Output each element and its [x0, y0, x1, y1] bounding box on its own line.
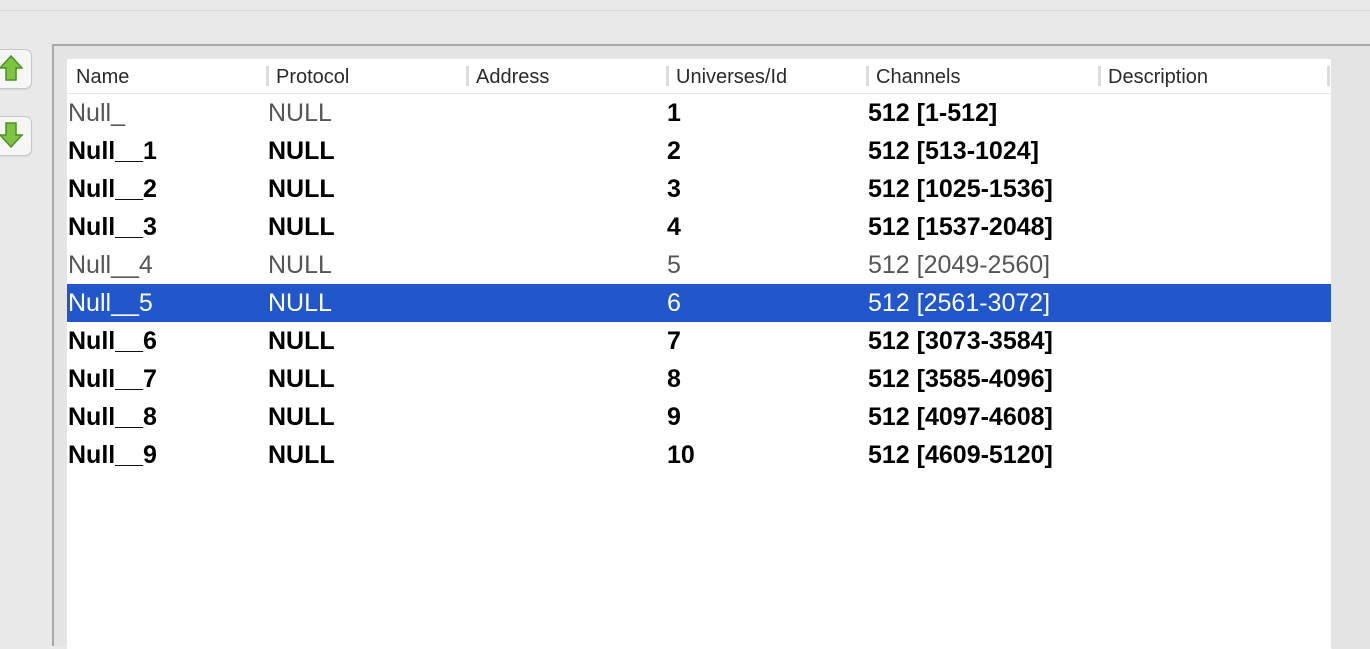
table-row[interactable]: Null__1 NULL 2 512 [513-1024]	[67, 132, 1331, 170]
cell-protocol: NULL	[268, 137, 335, 165]
table-row[interactable]: Null__2 NULL 3 512 [1025-1536]	[67, 170, 1331, 208]
move-down-button[interactable]	[0, 116, 32, 156]
cell-universe: 6	[667, 289, 681, 317]
cell-universe: 7	[667, 327, 681, 355]
cell-name: Null__2	[68, 175, 157, 203]
cell-protocol: NULL	[268, 251, 332, 279]
top-toolbar-strip	[0, 0, 1370, 11]
table-row[interactable]: Null_ NULL 1 512 [1-512]	[67, 94, 1331, 132]
cell-universe: 5	[667, 251, 681, 279]
table-row[interactable]: Null__7 NULL 8 512 [3585-4096]	[67, 360, 1331, 398]
table-row[interactable]: Null__6 NULL 7 512 [3073-3584]	[67, 322, 1331, 360]
column-header-name[interactable]: Name	[67, 59, 267, 93]
cell-universe: 9	[667, 403, 681, 431]
table-header: Name Protocol Address Universes/Id Chann…	[67, 59, 1331, 94]
cell-channels: 512 [3585-4096]	[868, 365, 1053, 393]
table-row-selected[interactable]: Null__5 NULL 6 512 [2561-3072]	[67, 284, 1331, 322]
cell-protocol: NULL	[268, 441, 335, 469]
cell-channels: 512 [2049-2560]	[868, 251, 1051, 279]
column-header-universes[interactable]: Universes/Id	[667, 59, 867, 93]
column-resize-handle[interactable]	[1327, 66, 1330, 86]
cell-protocol: NULL	[268, 99, 332, 127]
cell-name: Null__3	[68, 213, 157, 241]
cell-channels: 512 [3073-3584]	[868, 327, 1053, 355]
cell-universe: 2	[667, 137, 681, 165]
cell-universe: 10	[667, 441, 695, 469]
cell-protocol: NULL	[268, 289, 332, 317]
cell-channels: 512 [2561-3072]	[868, 289, 1051, 317]
table-row[interactable]: Null__9 NULL 10 512 [4609-5120]	[67, 436, 1331, 474]
column-header-protocol[interactable]: Protocol	[267, 59, 467, 93]
table-row[interactable]: Null__3 NULL 4 512 [1537-2048]	[67, 208, 1331, 246]
column-header-address[interactable]: Address	[467, 59, 667, 93]
cell-channels: 512 [4609-5120]	[868, 441, 1053, 469]
cell-universe: 3	[667, 175, 681, 203]
cell-channels: 512 [4097-4608]	[868, 403, 1053, 431]
cell-protocol: NULL	[268, 213, 335, 241]
cell-name: Null__8	[68, 403, 157, 431]
cell-channels: 512 [1025-1536]	[868, 175, 1053, 203]
arrow-up-icon	[0, 55, 23, 81]
cell-protocol: NULL	[268, 403, 335, 431]
table-row[interactable]: Null__8 NULL 9 512 [4097-4608]	[67, 398, 1331, 436]
cell-name: Null__9	[68, 441, 157, 469]
cell-name: Null__7	[68, 365, 157, 393]
cell-universe: 1	[667, 99, 681, 127]
cell-name: Null__6	[68, 327, 157, 355]
cell-protocol: NULL	[268, 365, 335, 393]
cell-universe: 8	[667, 365, 681, 393]
universe-table-panel: Name Protocol Address Universes/Id Chann…	[52, 44, 1370, 649]
arrow-down-icon	[0, 122, 23, 148]
cell-protocol: NULL	[268, 327, 335, 355]
move-up-button[interactable]	[0, 49, 32, 89]
column-header-description[interactable]: Description	[1099, 59, 1331, 93]
universe-table: Name Protocol Address Universes/Id Chann…	[67, 59, 1331, 649]
table-scroll-gutter	[1332, 59, 1370, 649]
cell-name: Null__4	[68, 251, 153, 279]
cell-channels: 512 [513-1024]	[868, 137, 1039, 165]
cell-channels: 512 [1537-2048]	[868, 213, 1053, 241]
cell-name: Null__1	[68, 137, 157, 165]
cell-name: Null_	[68, 99, 125, 127]
cell-universe: 4	[667, 213, 681, 241]
cell-name: Null__5	[68, 289, 153, 317]
cell-protocol: NULL	[268, 175, 335, 203]
table-row[interactable]: Null__4 NULL 5 512 [2049-2560]	[67, 246, 1331, 284]
cell-channels: 512 [1-512]	[868, 99, 998, 127]
column-header-channels[interactable]: Channels	[867, 59, 1099, 93]
